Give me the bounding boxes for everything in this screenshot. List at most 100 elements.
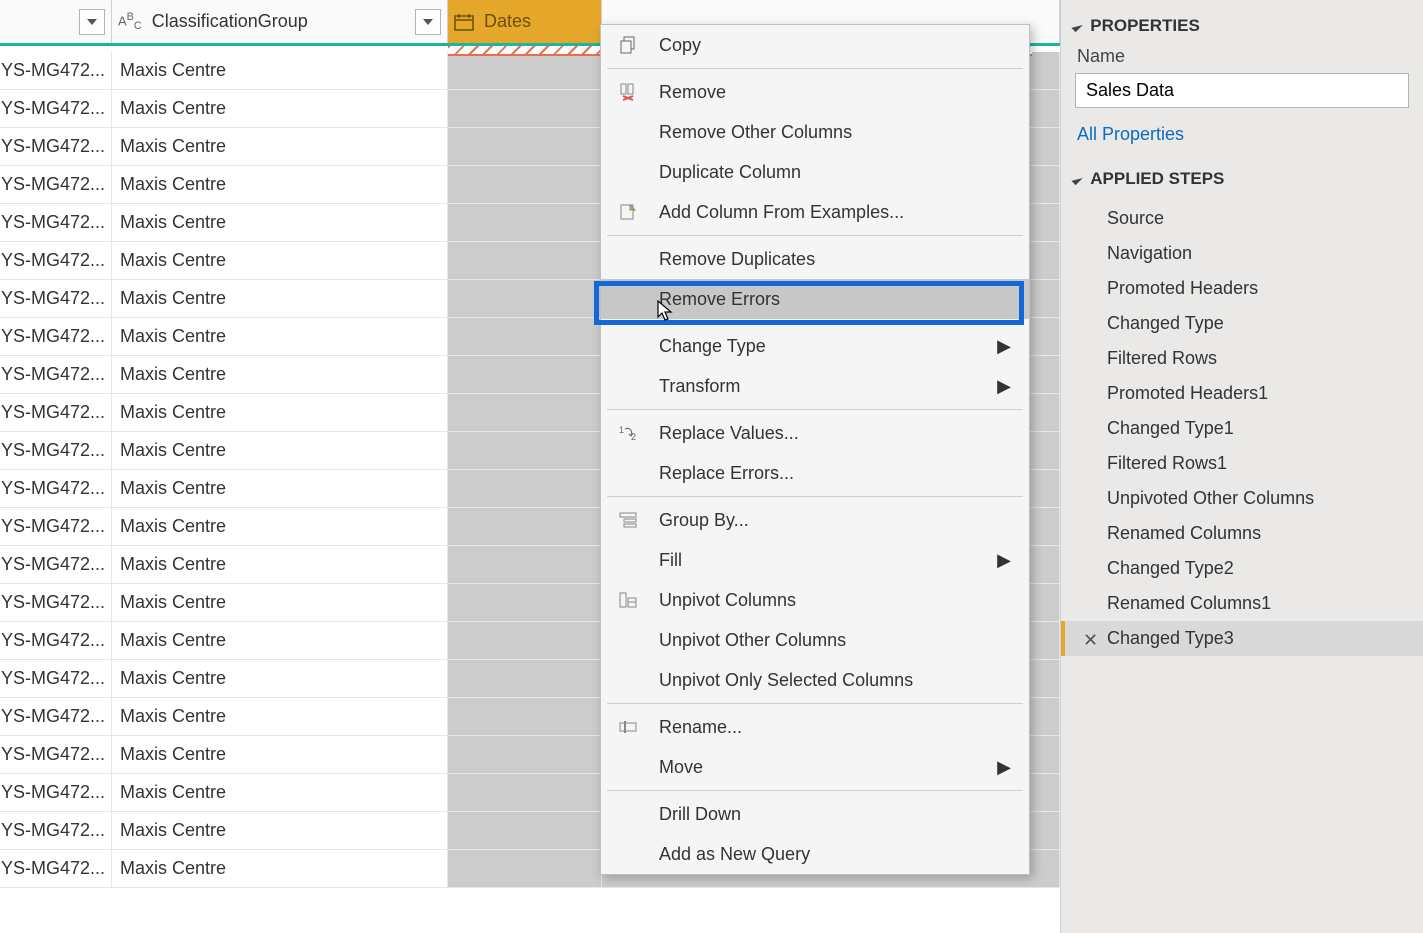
cell-dates[interactable] bbox=[448, 698, 602, 735]
cell-dates[interactable] bbox=[448, 242, 602, 279]
cell-id[interactable]: YS-MG472... bbox=[0, 90, 112, 127]
properties-header[interactable]: PROPERTIES bbox=[1061, 8, 1423, 44]
cell-dates[interactable] bbox=[448, 356, 602, 393]
cell-id[interactable]: YS-MG472... bbox=[0, 432, 112, 469]
cell-classification-group[interactable]: Maxis Centre bbox=[112, 774, 448, 811]
applied-step-item[interactable]: Source bbox=[1061, 201, 1423, 236]
cell-dates[interactable] bbox=[448, 622, 602, 659]
cell-id[interactable]: YS-MG472... bbox=[0, 318, 112, 355]
cell-classification-group[interactable]: Maxis Centre bbox=[112, 356, 448, 393]
menu-unpivot-only-selected[interactable]: Unpivot Only Selected Columns bbox=[601, 660, 1029, 700]
applied-step-item[interactable]: ✕Changed Type3 bbox=[1061, 621, 1423, 656]
cell-id[interactable]: YS-MG472... bbox=[0, 470, 112, 507]
cell-dates[interactable] bbox=[448, 812, 602, 849]
menu-move[interactable]: Move ▶ bbox=[601, 747, 1029, 787]
applied-step-item[interactable]: Renamed Columns bbox=[1061, 516, 1423, 551]
cell-classification-group[interactable]: Maxis Centre bbox=[112, 280, 448, 317]
cell-id[interactable]: YS-MG472... bbox=[0, 280, 112, 317]
cell-classification-group[interactable]: Maxis Centre bbox=[112, 128, 448, 165]
query-name-input[interactable] bbox=[1075, 73, 1409, 108]
menu-group-by[interactable]: Group By... bbox=[601, 500, 1029, 540]
cell-classification-group[interactable]: Maxis Centre bbox=[112, 736, 448, 773]
cell-classification-group[interactable]: Maxis Centre bbox=[112, 546, 448, 583]
cell-classification-group[interactable]: Maxis Centre bbox=[112, 242, 448, 279]
cell-id[interactable]: YS-MG472... bbox=[0, 622, 112, 659]
applied-step-item[interactable]: Unpivoted Other Columns bbox=[1061, 481, 1423, 516]
menu-unpivot-columns[interactable]: Unpivot Columns bbox=[601, 580, 1029, 620]
cell-id[interactable]: YS-MG472... bbox=[0, 508, 112, 545]
menu-change-type[interactable]: Change Type ▶ bbox=[601, 326, 1029, 366]
cell-dates[interactable] bbox=[448, 546, 602, 583]
cell-classification-group[interactable]: Maxis Centre bbox=[112, 812, 448, 849]
cell-id[interactable]: YS-MG472... bbox=[0, 166, 112, 203]
cell-dates[interactable] bbox=[448, 508, 602, 545]
cell-dates[interactable] bbox=[448, 470, 602, 507]
all-properties-link[interactable]: All Properties bbox=[1061, 120, 1423, 161]
applied-step-item[interactable]: Changed Type bbox=[1061, 306, 1423, 341]
cell-classification-group[interactable]: Maxis Centre bbox=[112, 52, 448, 89]
cell-dates[interactable] bbox=[448, 736, 602, 773]
menu-fill[interactable]: Fill ▶ bbox=[601, 540, 1029, 580]
cell-classification-group[interactable]: Maxis Centre bbox=[112, 584, 448, 621]
menu-unpivot-other-columns[interactable]: Unpivot Other Columns bbox=[601, 620, 1029, 660]
column-header-prev[interactable] bbox=[0, 0, 112, 43]
menu-replace-errors[interactable]: Replace Errors... bbox=[601, 453, 1029, 493]
cell-dates[interactable] bbox=[448, 850, 602, 887]
filter-dropdown-icon[interactable] bbox=[415, 9, 441, 35]
menu-remove-errors[interactable]: Remove Errors bbox=[601, 279, 1029, 319]
cell-id[interactable]: YS-MG472... bbox=[0, 128, 112, 165]
cell-id[interactable]: YS-MG472... bbox=[0, 774, 112, 811]
applied-steps-header[interactable]: APPLIED STEPS bbox=[1061, 161, 1423, 197]
menu-remove-other-columns[interactable]: Remove Other Columns bbox=[601, 112, 1029, 152]
cell-id[interactable]: YS-MG472... bbox=[0, 394, 112, 431]
menu-duplicate-column[interactable]: Duplicate Column bbox=[601, 152, 1029, 192]
cell-classification-group[interactable]: Maxis Centre bbox=[112, 660, 448, 697]
menu-remove[interactable]: Remove bbox=[601, 72, 1029, 112]
cell-dates[interactable] bbox=[448, 128, 602, 165]
applied-step-item[interactable]: Changed Type2 bbox=[1061, 551, 1423, 586]
cell-classification-group[interactable]: Maxis Centre bbox=[112, 850, 448, 887]
cell-dates[interactable] bbox=[448, 584, 602, 621]
cell-classification-group[interactable]: Maxis Centre bbox=[112, 204, 448, 241]
applied-step-item[interactable]: Promoted Headers1 bbox=[1061, 376, 1423, 411]
cell-dates[interactable] bbox=[448, 774, 602, 811]
column-header-dates[interactable]: Dates bbox=[448, 0, 602, 43]
applied-step-item[interactable]: Promoted Headers bbox=[1061, 271, 1423, 306]
cell-classification-group[interactable]: Maxis Centre bbox=[112, 166, 448, 203]
column-header-classification-group[interactable]: ABC ClassificationGroup bbox=[112, 0, 448, 43]
cell-classification-group[interactable]: Maxis Centre bbox=[112, 622, 448, 659]
applied-step-item[interactable]: Filtered Rows1 bbox=[1061, 446, 1423, 481]
cell-id[interactable]: YS-MG472... bbox=[0, 584, 112, 621]
cell-dates[interactable] bbox=[448, 394, 602, 431]
cell-id[interactable]: YS-MG472... bbox=[0, 356, 112, 393]
cell-dates[interactable] bbox=[448, 660, 602, 697]
cell-id[interactable]: YS-MG472... bbox=[0, 736, 112, 773]
cell-classification-group[interactable]: Maxis Centre bbox=[112, 318, 448, 355]
cell-id[interactable]: YS-MG472... bbox=[0, 204, 112, 241]
cell-id[interactable]: YS-MG472... bbox=[0, 52, 112, 89]
cell-classification-group[interactable]: Maxis Centre bbox=[112, 394, 448, 431]
cell-dates[interactable] bbox=[448, 90, 602, 127]
menu-remove-duplicates[interactable]: Remove Duplicates bbox=[601, 239, 1029, 279]
menu-transform[interactable]: Transform ▶ bbox=[601, 366, 1029, 406]
cell-dates[interactable] bbox=[448, 52, 602, 89]
cell-dates[interactable] bbox=[448, 318, 602, 355]
applied-step-item[interactable]: Changed Type1 bbox=[1061, 411, 1423, 446]
applied-step-item[interactable]: Renamed Columns1 bbox=[1061, 586, 1423, 621]
cell-classification-group[interactable]: Maxis Centre bbox=[112, 698, 448, 735]
menu-drill-down[interactable]: Drill Down bbox=[601, 794, 1029, 834]
menu-copy[interactable]: Copy bbox=[601, 25, 1029, 65]
cell-classification-group[interactable]: Maxis Centre bbox=[112, 90, 448, 127]
cell-id[interactable]: YS-MG472... bbox=[0, 698, 112, 735]
cell-id[interactable]: YS-MG472... bbox=[0, 660, 112, 697]
menu-add-as-new-query[interactable]: Add as New Query bbox=[601, 834, 1029, 874]
applied-step-item[interactable]: Filtered Rows bbox=[1061, 341, 1423, 376]
cell-id[interactable]: YS-MG472... bbox=[0, 242, 112, 279]
menu-add-column-from-examples[interactable]: Add Column From Examples... bbox=[601, 192, 1029, 232]
applied-step-item[interactable]: Navigation bbox=[1061, 236, 1423, 271]
cell-id[interactable]: YS-MG472... bbox=[0, 546, 112, 583]
cell-dates[interactable] bbox=[448, 432, 602, 469]
cell-classification-group[interactable]: Maxis Centre bbox=[112, 508, 448, 545]
filter-dropdown-icon[interactable] bbox=[79, 9, 105, 35]
menu-replace-values[interactable]: 12 Replace Values... bbox=[601, 413, 1029, 453]
